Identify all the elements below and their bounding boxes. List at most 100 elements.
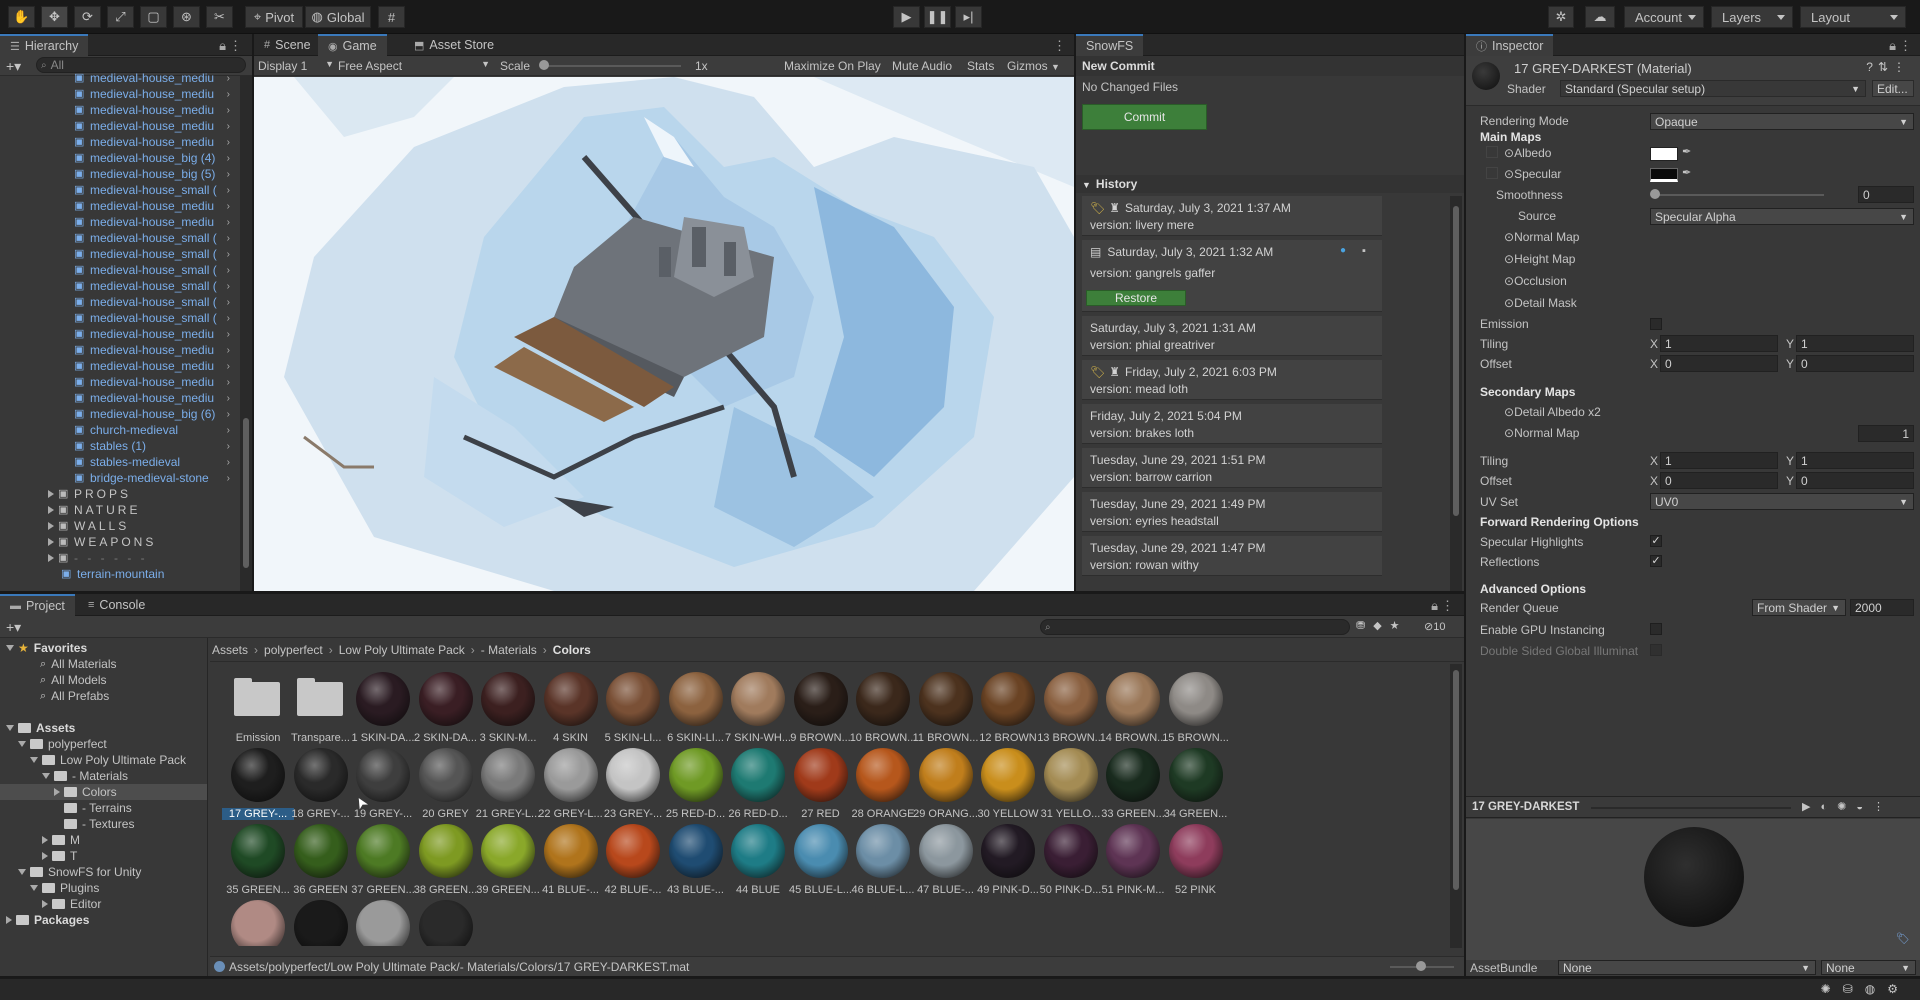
fold-arrow-icon[interactable] [42, 773, 50, 779]
hierarchy-item[interactable]: ▣ medieval-house_mediu › [0, 358, 240, 374]
game-viewport[interactable] [254, 77, 1074, 591]
hierarchy-item-terrain[interactable]: ▣ terrain-mountain [0, 566, 240, 582]
hierarchy-item[interactable]: ▣ medieval-house_mediu › [0, 326, 240, 342]
lock-icon[interactable]: 🔒︎ [1889, 38, 1896, 54]
material-asset[interactable]: 38 GREEN... [414, 822, 478, 908]
tab-scene[interactable]: # Scene [254, 34, 321, 56]
stats-toggle[interactable]: Stats [967, 59, 994, 73]
hierarchy-item[interactable]: ▣ medieval-house_mediu › [0, 374, 240, 390]
hierarchy-item[interactable]: ▣ medieval-house_mediu › [0, 118, 240, 134]
hierarchy-item[interactable]: ▣ medieval-house_small (› [0, 230, 240, 246]
specular-highlights-checkbox[interactable]: ✓ [1650, 535, 1662, 547]
project-tree-item[interactable]: - Materials [0, 768, 207, 784]
material-asset[interactable]: 34 GREEN... [1164, 746, 1228, 832]
hierarchy-item[interactable]: ▣ medieval-house_big (6) › [0, 406, 240, 422]
material-asset[interactable]: 30 YELLOW [976, 746, 1040, 832]
render-queue-dropdown[interactable]: From Shader ▼ [1752, 599, 1846, 616]
commit-card[interactable]: Saturday, July 3, 2021 1:31 AM version: p… [1082, 316, 1382, 356]
fold-arrow-icon[interactable] [54, 788, 60, 796]
hand-tool-icon[interactable]: ✋ [8, 6, 35, 28]
secondary-offset-x-input[interactable]: 0 [1660, 472, 1778, 489]
collab-icon[interactable]: ✲ [1548, 6, 1574, 28]
lock-icon[interactable]: 🔒︎ [1431, 598, 1438, 614]
asset-grid-scrollbar[interactable] [1450, 664, 1462, 948]
tab-project[interactable]: ▬ Project [0, 594, 75, 616]
material-asset[interactable]: 1 SKIN-DA... [351, 670, 415, 756]
commit-card[interactable]: Tuesday, June 29, 2021 1:51 PM version: b… [1082, 448, 1382, 488]
restore-button[interactable]: Restore [1086, 290, 1186, 306]
hierarchy-item[interactable]: ▣ medieval-house_mediu › [0, 134, 240, 150]
albedo-color-swatch[interactable] [1650, 147, 1678, 161]
lock-icon[interactable]: 🔒︎ [219, 38, 226, 54]
tab-snowfs[interactable]: SnowFS [1076, 34, 1144, 56]
material-asset[interactable]: 33 GREEN... [1101, 746, 1165, 832]
material-asset[interactable]: 51 PINK-M... [1101, 822, 1165, 908]
material-asset[interactable]: 9 BROWN... [789, 670, 853, 756]
account-dropdown[interactable]: Account [1624, 6, 1704, 28]
icon-size-slider-handle[interactable] [1416, 961, 1426, 971]
hierarchy-item[interactable]: ▣ medieval-house_mediu › [0, 102, 240, 118]
assetbundle-dropdown[interactable]: None ▼ [1558, 960, 1816, 975]
material-asset-partial[interactable] [226, 898, 290, 946]
tiling-x-input[interactable]: 1 [1660, 335, 1778, 352]
preview-controls-icons[interactable]: ▶◐✺◒⋮ [1802, 800, 1894, 813]
normal-scale-input[interactable]: 1 [1858, 425, 1914, 442]
more-icon[interactable]: ⋮ [1899, 38, 1912, 54]
assetbundle-variant-dropdown[interactable]: None ▼ [1821, 960, 1916, 975]
project-tree-item[interactable]: Editor [0, 896, 207, 912]
material-asset[interactable]: 37 GREEN... [351, 822, 415, 908]
material-asset[interactable]: 25 RED-D... [664, 746, 728, 832]
albedo-texture-slot[interactable] [1486, 146, 1498, 158]
gizmos-dropdown[interactable]: Gizmos ▼ [1007, 59, 1060, 73]
tab-inspector[interactable]: ⓘ Inspector [1466, 34, 1554, 56]
hierarchy-scrollbar[interactable] [240, 76, 252, 591]
project-tree-item[interactable]: SnowFS for Unity [0, 864, 207, 880]
hierarchy-group[interactable]: ▣ WEAPONS [0, 534, 240, 550]
grid-snap-icon[interactable]: # [378, 6, 405, 28]
material-asset[interactable]: 39 GREEN... [476, 822, 540, 908]
history-scrollbar[interactable] [1450, 196, 1462, 591]
hierarchy-item[interactable]: ▣ stables-medieval › [0, 454, 240, 470]
render-queue-input[interactable]: 2000 [1850, 599, 1914, 616]
hierarchy-item[interactable]: ▣ medieval-house_small (› [0, 294, 240, 310]
project-tree-item[interactable]: Plugins [0, 880, 207, 896]
material-asset[interactable]: 12 BROWN [976, 670, 1040, 756]
mute-audio-toggle[interactable]: Mute Audio [892, 59, 952, 73]
secondary-tiling-x-input[interactable]: 1 [1660, 452, 1778, 469]
gpu-instancing-checkbox[interactable] [1650, 623, 1662, 635]
material-asset[interactable]: 50 PINK-D... [1039, 822, 1103, 908]
project-tree-item[interactable]: Packages [0, 912, 207, 928]
commit-card[interactable]: ▤ Saturday, July 3, 2021 1:32 AM version: … [1082, 240, 1382, 312]
hierarchy-item[interactable]: ▣ medieval-house_mediu › [0, 214, 240, 230]
hierarchy-group[interactable]: ▣ - - - - - - [0, 550, 240, 566]
hierarchy-item[interactable]: ▣ medieval-house_small (› [0, 278, 240, 294]
smoothness-slider[interactable] [1654, 194, 1824, 196]
material-asset[interactable]: 26 RED-D... [726, 746, 790, 832]
project-tree-item[interactable]: ⌕ All Prefabs [0, 688, 207, 704]
material-asset[interactable]: 27 RED [789, 746, 853, 832]
uv-set-dropdown[interactable]: UV0 ▼ [1650, 493, 1914, 510]
smoothness-input[interactable]: 0 [1858, 186, 1914, 203]
material-asset[interactable]: 47 BLUE-... [914, 822, 978, 908]
edit-shader-button[interactable]: Edit... [1872, 80, 1914, 97]
fold-arrow-icon[interactable] [6, 645, 14, 651]
hierarchy-item[interactable]: ▣ medieval-house_small (› [0, 310, 240, 326]
history-header[interactable]: ▼ History [1076, 175, 1464, 193]
material-asset[interactable]: 6 SKIN-LI... [664, 670, 728, 756]
commit-card[interactable]: 🏷︎ ♜ Saturday, July 3, 2021 1:37 AM version… [1082, 196, 1382, 236]
emission-checkbox[interactable] [1650, 318, 1662, 330]
material-asset[interactable]: 45 BLUE-L... [789, 822, 853, 908]
tab-game[interactable]: ◉ Game [318, 34, 387, 56]
material-asset[interactable]: 3 SKIN-M... [476, 670, 540, 756]
project-tree-item[interactable]: polyperfect [0, 736, 207, 752]
secondary-tiling-y-input[interactable]: 1 [1796, 452, 1914, 469]
custom-tool-icon[interactable]: ✂ [206, 6, 233, 28]
pause-button[interactable]: ❚❚ [924, 6, 951, 28]
material-asset[interactable]: 2 SKIN-DA... [414, 670, 478, 756]
scale-slider[interactable] [541, 65, 681, 67]
folder-asset[interactable]: Emission [226, 670, 290, 756]
maximize-on-play-toggle[interactable]: Maximize On Play [784, 59, 881, 73]
source-dropdown[interactable]: Specular Alpha ▼ [1650, 208, 1914, 225]
hierarchy-group[interactable]: ▣ PROPS [0, 486, 240, 502]
rect-tool-icon[interactable]: ▢ [140, 6, 167, 28]
